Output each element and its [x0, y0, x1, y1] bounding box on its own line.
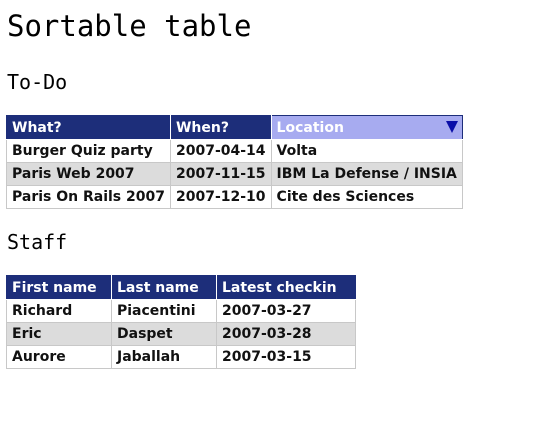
table-cell: Aurore — [6, 345, 112, 369]
table-cell: 2007-11-15 — [169, 162, 272, 186]
table-cell: Cite des Sciences — [270, 185, 463, 209]
header-label: Location — [276, 119, 344, 136]
staff-header-latest-checkin[interactable]: Latest checkin — [216, 275, 356, 300]
table-cell: Eric — [6, 322, 112, 346]
table-row: Paris On Rails 2007 2007-12-10 Cite des … — [6, 185, 463, 209]
table-cell: 2007-03-15 — [216, 345, 356, 369]
todo-header-row: What? When? Location — [6, 115, 463, 140]
staff-table: First name Last name Latest checkin Rich… — [6, 275, 356, 369]
table-cell: 2007-03-27 — [216, 299, 356, 323]
table-cell: Piacentini — [111, 299, 217, 323]
staff-header-first-name[interactable]: First name — [6, 275, 112, 300]
staff-header-last-name[interactable]: Last name — [111, 275, 217, 300]
table-row: Richard Piacentini 2007-03-27 — [6, 299, 356, 323]
table-cell: Burger Quiz party — [6, 139, 171, 163]
staff-header-row: First name Last name Latest checkin — [6, 275, 356, 300]
todo-header-location[interactable]: Location — [270, 115, 463, 140]
staff-section-title: Staff — [7, 230, 68, 254]
table-cell: Paris On Rails 2007 — [6, 185, 171, 209]
table-cell: 2007-03-28 — [216, 322, 356, 346]
todo-section-title: To-Do — [7, 70, 68, 94]
table-cell: Volta — [270, 139, 463, 163]
table-row: Aurore Jaballah 2007-03-15 — [6, 345, 356, 369]
todo-header-when[interactable]: When? — [169, 115, 272, 140]
table-cell: Paris Web 2007 — [6, 162, 171, 186]
page-title: Sortable table — [7, 9, 252, 43]
header-label: Latest checkin — [222, 279, 337, 296]
table-cell: 2007-12-10 — [169, 185, 272, 209]
table-cell: 2007-04-14 — [169, 139, 272, 163]
header-label: Last name — [117, 279, 199, 296]
sort-descending-arrow-icon — [445, 121, 458, 133]
header-label: What? — [12, 119, 62, 136]
table-cell: Richard — [6, 299, 112, 323]
table-cell: Daspet — [111, 322, 217, 346]
table-row: Paris Web 2007 2007-11-15 IBM La Defense… — [6, 162, 463, 186]
todo-header-what[interactable]: What? — [6, 115, 171, 140]
table-row: Eric Daspet 2007-03-28 — [6, 322, 356, 346]
table-cell: IBM La Defense / INSIA — [270, 162, 463, 186]
header-label: First name — [12, 279, 97, 296]
header-label: When? — [175, 119, 229, 136]
table-cell: Jaballah — [111, 345, 217, 369]
todo-table: What? When? Location Burger Quiz party 2… — [6, 115, 463, 209]
table-row: Burger Quiz party 2007-04-14 Volta — [6, 139, 463, 163]
